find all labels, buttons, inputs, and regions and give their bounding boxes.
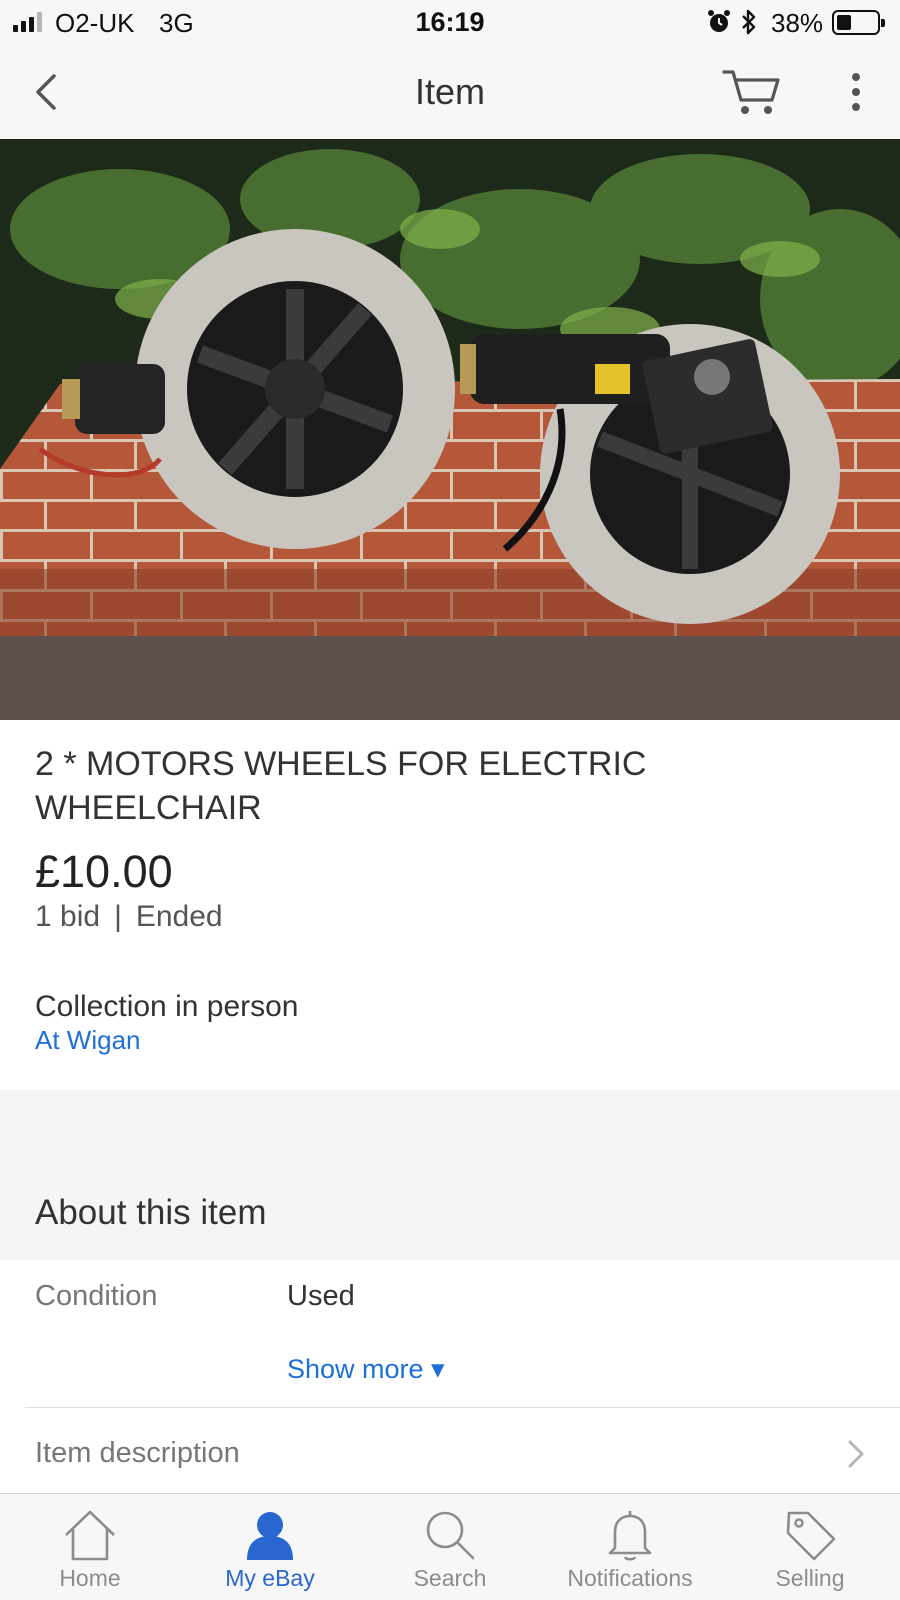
navigation-bar: Item	[0, 46, 900, 139]
tab-label: Search	[413, 1565, 487, 1591]
tab-home[interactable]: Home	[0, 1494, 180, 1600]
listing-status: Ended	[135, 900, 223, 933]
battery-icon	[832, 10, 885, 35]
tag-icon	[786, 1511, 836, 1561]
tab-my-ebay[interactable]: My eBay	[180, 1494, 360, 1600]
item-description-row[interactable]: Item description	[0, 1408, 900, 1492]
show-more-link[interactable]: Show more ▾	[287, 1354, 445, 1385]
person-icon	[247, 1512, 293, 1560]
condition-label: Condition	[35, 1280, 158, 1312]
clock-time: 16:19	[415, 7, 485, 37]
tab-label: Selling	[775, 1565, 845, 1591]
item-description-label: Item description	[35, 1437, 240, 1469]
item-title: 2 * MOTORS WHEELS FOR ELECTRIC WHEELCHAI…	[35, 745, 647, 827]
tab-label: Home	[59, 1565, 121, 1591]
item-photo[interactable]	[0, 139, 900, 636]
item-photo-illustration	[0, 139, 900, 636]
chevron-right-icon	[848, 1440, 864, 1468]
item-price: £10.00	[35, 846, 173, 897]
bluetooth-icon	[742, 9, 756, 35]
bid-status-line: 1 bid | Ended	[35, 900, 223, 934]
condition-value: Used	[287, 1280, 355, 1312]
about-heading: About this item	[35, 1193, 267, 1232]
tab-search[interactable]: Search	[360, 1494, 540, 1600]
battery-percent: 38%	[771, 8, 824, 38]
bid-separator: |	[114, 900, 122, 933]
tab-notifications[interactable]: Notifications	[540, 1494, 720, 1600]
tab-label: Notifications	[567, 1565, 693, 1591]
search-icon	[426, 1511, 475, 1560]
photo-gallery-strip	[0, 636, 900, 720]
bid-count: 1 bid	[35, 900, 101, 933]
shipping-method: Collection in person	[35, 990, 299, 1023]
alarm-icon	[708, 10, 730, 32]
more-vertical-icon[interactable]	[840, 70, 872, 114]
tab-selling[interactable]: Selling	[720, 1494, 900, 1600]
about-section-header: About this item	[0, 1090, 900, 1260]
status-bar: O2-UK 3G 16:19 38%	[0, 0, 900, 46]
cart-icon[interactable]	[722, 66, 782, 118]
tab-bar: Home My eBay Search Notifications Sellin…	[0, 1493, 900, 1600]
collection-location-link[interactable]: At Wigan	[35, 1025, 141, 1056]
home-icon	[65, 1510, 115, 1561]
tab-label: My eBay	[225, 1565, 315, 1591]
bell-icon	[608, 1511, 652, 1561]
